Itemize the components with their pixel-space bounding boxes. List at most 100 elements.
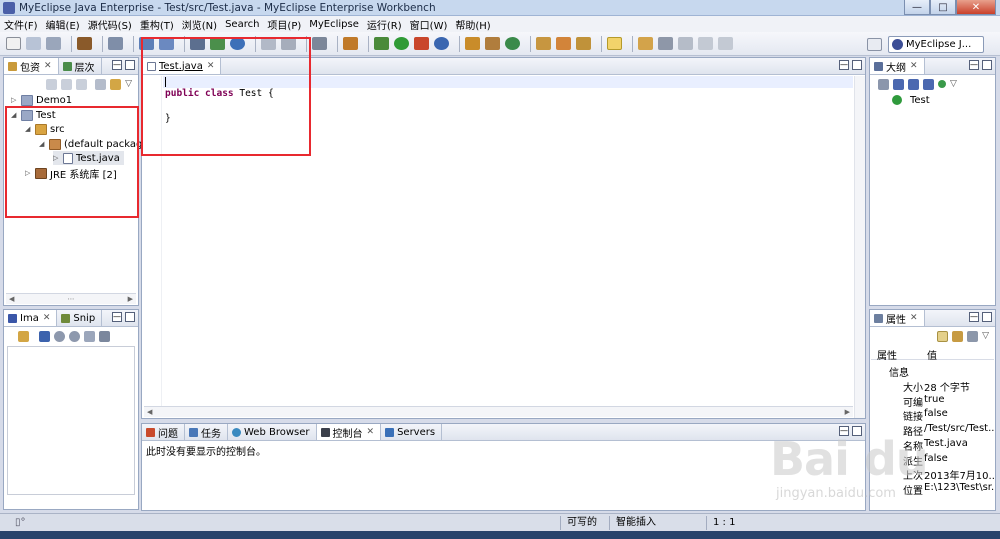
new-java-project-icon[interactable] [465,37,480,50]
tab-properties[interactable]: 属性 ✕ [870,310,925,326]
new-icon[interactable] [6,37,21,50]
refresh-icon[interactable] [281,37,296,50]
back-arrow-icon[interactable] [698,37,713,50]
external-tools-icon[interactable] [414,37,429,50]
menu-project[interactable]: 项目(P) [267,17,301,32]
tab-package-explorer[interactable]: 包资 ✕ [4,58,59,74]
image-fit-icon[interactable] [39,330,50,342]
new-package-icon[interactable] [210,37,225,50]
server-icon[interactable] [108,37,123,50]
maximize-view-icon[interactable] [125,312,135,322]
editor-horizontal-scrollbar[interactable]: ◀ ▶ [144,406,853,417]
code-line-3[interactable]: } [165,113,171,124]
property-row[interactable]: 大小 28 个字节 [871,378,994,393]
menu-search[interactable]: Search [225,19,259,30]
menu-myeclipse[interactable]: MyEclipse [309,19,359,30]
vertical-scrollbar[interactable] [854,76,865,418]
maximize-button[interactable]: □ [930,0,956,15]
maximize-view-icon[interactable] [852,60,862,70]
next-annotation-icon[interactable] [638,37,653,50]
minimize-view-icon[interactable]: — [112,60,122,70]
fit-window-icon[interactable] [99,330,110,342]
view-menu-icon[interactable]: ▽ [125,79,132,90]
hide-static-icon[interactable] [908,78,919,90]
link-with-editor-icon[interactable] [110,78,122,90]
code-line-1[interactable]: public class Test { [165,88,274,99]
coverage-icon[interactable] [434,37,449,50]
screen-icon[interactable] [312,37,327,50]
fast-view-icon[interactable]: ▯° [15,517,26,528]
collapse-icon[interactable]: ◢ [11,111,19,119]
tab-hierarchy[interactable]: 层次 [59,58,102,74]
tree-item-default-package[interactable]: ◢ (default package [39,137,148,151]
menu-source[interactable]: 源代码(S) [88,17,132,32]
restore-default-icon[interactable] [967,330,979,342]
close-icon[interactable]: ✕ [43,313,51,323]
run-icon[interactable] [394,37,409,50]
minimize-view-icon[interactable]: — [969,60,979,70]
menu-help[interactable]: 帮助(H) [455,17,490,32]
hide-nonpublic-icon[interactable] [923,78,934,90]
view-menu-icon[interactable]: ▽ [950,79,957,90]
tab-outline[interactable]: 大纲 ✕ [870,58,925,74]
close-icon[interactable]: ✕ [367,427,375,437]
forward-icon[interactable] [61,78,73,90]
save-icon[interactable] [26,37,41,50]
filter-icon[interactable] [952,330,964,342]
menu-file[interactable]: 文件(F) [4,17,38,32]
tab-test-java[interactable]: Test.java ✕ [142,58,222,74]
print-icon[interactable] [46,37,61,50]
property-row[interactable]: 可编 true [871,393,994,408]
tree-item-demo1[interactable]: ▷ Demo1 [11,93,72,107]
view-menu-icon[interactable]: ▽ [982,331,989,342]
tree-item-src[interactable]: ◢ src [25,122,65,136]
menu-window[interactable]: 窗口(W) [410,17,448,32]
tools-icon[interactable] [343,37,358,50]
maximize-view-icon[interactable] [125,60,135,70]
menu-edit[interactable]: 编辑(E) [46,17,80,32]
hide-fields-icon[interactable] [893,78,904,90]
open-folder-icon[interactable] [536,37,551,50]
property-category[interactable]: 信息 [871,363,994,378]
scroll-left-icon[interactable]: ◀ [147,408,152,416]
expand-icon[interactable]: ▷ [53,154,61,162]
maximize-view-icon[interactable] [982,312,992,322]
last-edit-icon[interactable] [678,37,693,50]
collapse-icon[interactable]: ◢ [25,125,33,133]
tab-snippets[interactable]: Snip [57,310,103,326]
tab-web-browser[interactable]: Web Browser [228,424,317,440]
categories-icon[interactable] [937,330,949,342]
tab-image[interactable]: Ima ✕ [4,310,58,326]
tree-item-jre-library[interactable]: ▷ JRE 系统库 [2] [25,166,117,181]
open-icon[interactable] [261,37,276,50]
close-icon[interactable]: ✕ [44,61,52,71]
open-type-icon[interactable] [77,37,92,50]
zoom-in-icon[interactable] [69,330,80,342]
debug-icon[interactable] [374,37,389,50]
expand-icon[interactable]: ▷ [11,96,19,104]
link-icon[interactable] [18,330,29,342]
close-button[interactable]: ✕ [956,0,996,15]
marker-icon[interactable] [576,37,591,50]
toggle-mark-occurrences-icon[interactable] [607,37,622,50]
horizontal-scrollbar[interactable]: ◀ ⋯ ▶ [6,293,136,304]
prev-annotation-icon[interactable] [658,37,673,50]
minimize-view-icon[interactable]: — [839,60,849,70]
tab-console[interactable]: 控制台 ✕ [316,424,382,440]
collapse-all-icon[interactable] [95,78,107,90]
sort-icon[interactable] [878,78,889,90]
minimize-view-icon[interactable]: — [112,312,122,322]
new-web-project-icon[interactable] [159,37,174,50]
pencil-icon[interactable] [556,37,571,50]
scroll-thumb-icon[interactable]: ⋯ [68,295,75,303]
new-package-folder-icon[interactable] [485,37,500,50]
new-class-icon[interactable] [190,37,205,50]
open-perspective-icon[interactable] [867,37,882,51]
up-icon[interactable] [76,78,88,90]
zoom-out-icon[interactable] [54,330,65,342]
perspective-button[interactable]: MyEclipse J... [888,35,984,53]
new-class-wizard-icon[interactable] [505,37,520,50]
expand-icon[interactable]: ▷ [25,169,33,177]
property-row[interactable]: 链接 false [871,407,994,422]
menu-navigate[interactable]: 浏览(N) [182,17,217,32]
